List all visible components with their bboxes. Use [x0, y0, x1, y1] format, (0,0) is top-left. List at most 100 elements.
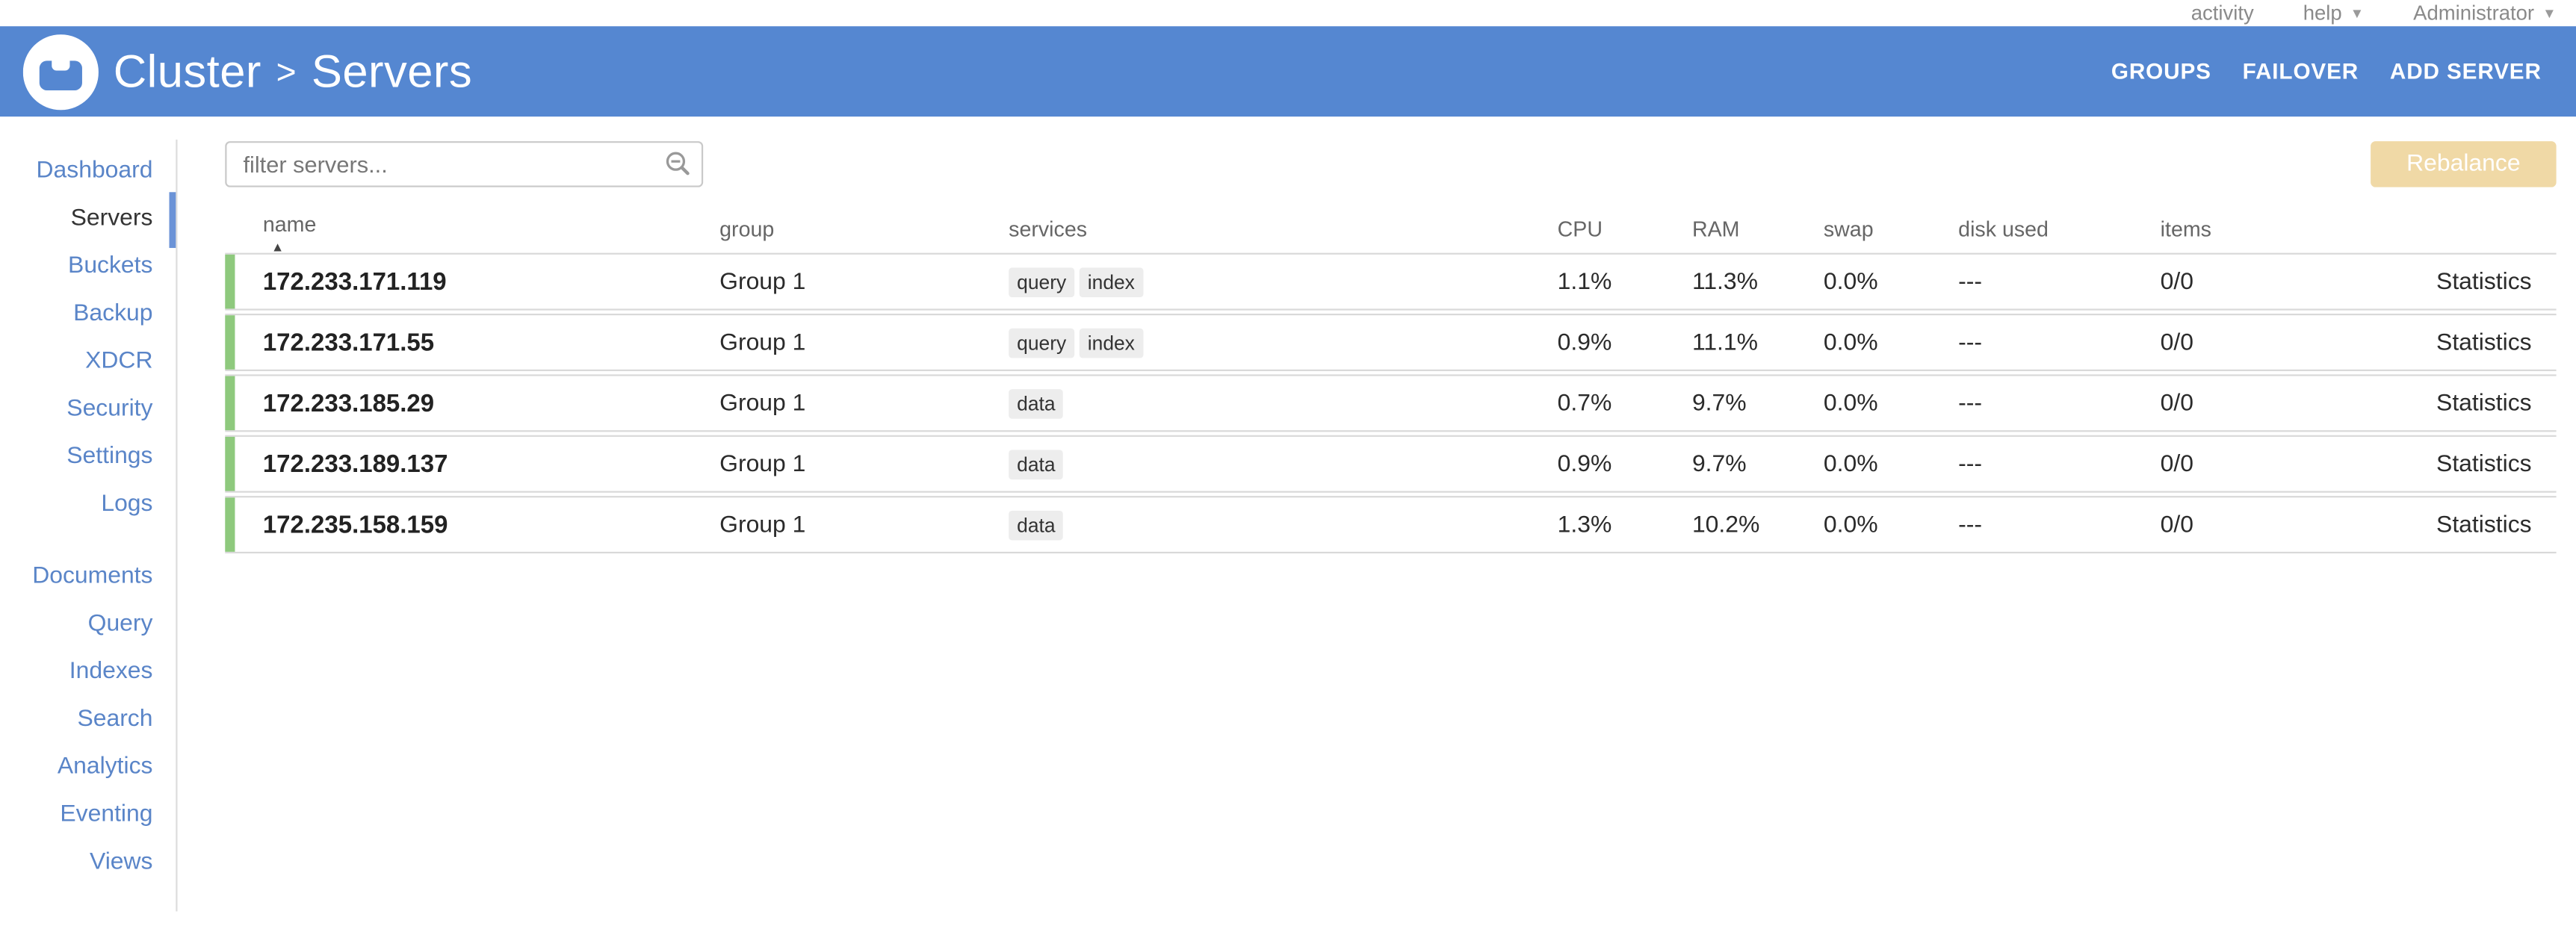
server-group: Group 1	[719, 269, 805, 295]
server-name: 172.233.185.29	[263, 389, 434, 417]
filter-servers-input[interactable]	[225, 141, 703, 187]
sidebar-item-analytics[interactable]: Analytics	[0, 744, 177, 792]
table-row: 172.233.171.119 Group 1 queryindex 1.1% …	[225, 253, 2556, 311]
cpu-value: 0.9%	[1558, 329, 1612, 355]
items-value: 0/0	[2161, 512, 2193, 538]
table-row: 172.233.189.137 Group 1 data 0.9% 9.7% 0…	[225, 435, 2556, 493]
main-content: Rebalance name▲ group services CPU RAM s…	[225, 116, 2556, 556]
server-name: 172.233.171.119	[263, 267, 447, 295]
column-header-cpu[interactable]: CPU	[1558, 217, 1603, 241]
name-header-label: name	[263, 212, 317, 237]
statistics-link[interactable]: Statistics	[2436, 390, 2532, 416]
server-name: 172.233.171.55	[263, 329, 434, 356]
disk-used-value: ---	[1958, 269, 1982, 295]
sidebar-item-search[interactable]: Search	[0, 696, 177, 744]
column-header-items[interactable]: items	[2161, 217, 2211, 241]
table-header: name▲ group services CPU RAM swap disk u…	[225, 210, 2556, 246]
statistics-link[interactable]: Statistics	[2436, 451, 2532, 477]
service-badge-data: data	[1009, 388, 1063, 418]
statistics-link[interactable]: Statistics	[2436, 329, 2532, 355]
servers-toolbar: Rebalance	[225, 141, 2556, 187]
items-value: 0/0	[2161, 451, 2193, 477]
sidebar-nav: DashboardServersBucketsBackupXDCRSecurit…	[0, 116, 177, 926]
sidebar-item-servers[interactable]: Servers	[0, 196, 177, 243]
server-group: Group 1	[719, 390, 805, 416]
breadcrumb-separator: >	[276, 53, 297, 93]
health-indicator	[225, 315, 235, 370]
sidebar-item-backup[interactable]: Backup	[0, 290, 177, 338]
table-row: 172.233.171.55 Group 1 queryindex 0.9% 1…	[225, 314, 2556, 371]
breadcrumb-root: Cluster	[114, 45, 261, 97]
swap-value: 0.0%	[1824, 329, 1878, 355]
items-value: 0/0	[2161, 390, 2193, 416]
column-header-services[interactable]: services	[1009, 217, 1087, 241]
health-indicator	[225, 376, 235, 431]
sidebar-item-views[interactable]: Views	[0, 839, 177, 887]
swap-value: 0.0%	[1824, 512, 1878, 538]
services-badges: data	[1009, 449, 1063, 479]
failover-button[interactable]: FAILOVER	[2243, 59, 2359, 84]
sidebar-item-buckets[interactable]: Buckets	[0, 243, 177, 290]
column-header-ram[interactable]: RAM	[1692, 217, 1740, 241]
help-label: help	[2303, 1, 2342, 25]
cpu-value: 1.3%	[1558, 512, 1612, 538]
groups-button[interactable]: GROUPS	[2111, 59, 2211, 84]
server-group: Group 1	[719, 329, 805, 355]
sidebar-item-eventing[interactable]: Eventing	[0, 792, 177, 839]
sidebar-item-query[interactable]: Query	[0, 601, 177, 649]
service-badge-data: data	[1009, 449, 1063, 479]
account-menu[interactable]: Administrator▼	[2413, 1, 2556, 25]
sidebar-item-xdcr[interactable]: XDCR	[0, 338, 177, 386]
server-name: 172.233.189.137	[263, 450, 448, 478]
help-menu[interactable]: help ▼	[2303, 1, 2364, 25]
rebalance-button[interactable]: Rebalance	[2371, 141, 2556, 187]
app-viewport: activity help ▼ Administrator▼ Cluster > …	[0, 0, 2576, 926]
disk-used-value: ---	[1958, 451, 1982, 477]
caret-down-icon: ▼	[2350, 6, 2365, 20]
cpu-value: 0.9%	[1558, 451, 1612, 477]
sidebar-item-security[interactable]: Security	[0, 386, 177, 434]
services-badges: data	[1009, 510, 1063, 540]
statistics-link[interactable]: Statistics	[2436, 512, 2532, 538]
service-badge-data: data	[1009, 510, 1063, 540]
activity-link[interactable]: activity	[2191, 1, 2254, 25]
column-header-disk-used[interactable]: disk used	[1958, 217, 2049, 241]
app-header: Cluster > Servers GROUPS FAILOVER ADD SE…	[0, 26, 2576, 116]
sidebar-item-dashboard[interactable]: Dashboard	[0, 148, 177, 196]
sidebar-item-logs[interactable]: Logs	[0, 481, 177, 529]
header-actions: GROUPS FAILOVER ADD SERVER	[2111, 59, 2576, 84]
services-badges: queryindex	[1009, 328, 1143, 358]
swap-value: 0.0%	[1824, 390, 1878, 416]
health-indicator	[225, 255, 235, 309]
server-group: Group 1	[719, 451, 805, 477]
ram-value: 9.7%	[1692, 390, 1747, 416]
sidebar-item-settings[interactable]: Settings	[0, 434, 177, 482]
health-indicator	[225, 497, 235, 552]
service-badge-index: index	[1080, 267, 1143, 296]
add-server-button[interactable]: ADD SERVER	[2390, 59, 2542, 84]
disk-used-value: ---	[1958, 512, 1982, 538]
health-indicator	[225, 437, 235, 491]
sidebar-divider	[176, 140, 177, 912]
column-header-swap[interactable]: swap	[1824, 217, 1874, 241]
caret-down-icon: ▼	[2542, 6, 2557, 20]
services-badges: queryindex	[1009, 267, 1143, 296]
items-value: 0/0	[2161, 329, 2193, 355]
activity-label: activity	[2191, 1, 2254, 25]
statistics-link[interactable]: Statistics	[2436, 269, 2532, 295]
cpu-value: 0.7%	[1558, 390, 1612, 416]
sidebar-item-documents[interactable]: Documents	[0, 553, 177, 601]
sidebar-item-indexes[interactable]: Indexes	[0, 649, 177, 697]
search-icon	[666, 151, 690, 175]
swap-value: 0.0%	[1824, 451, 1878, 477]
server-group: Group 1	[719, 512, 805, 538]
ram-value: 10.2%	[1692, 512, 1759, 538]
disk-used-value: ---	[1958, 329, 1982, 355]
table-row: 172.235.158.159 Group 1 data 1.3% 10.2% …	[225, 496, 2556, 553]
column-header-group[interactable]: group	[719, 217, 774, 241]
sidebar-group: DashboardServersBucketsBackupXDCRSecurit…	[0, 148, 177, 529]
table-row: 172.233.185.29 Group 1 data 0.7% 9.7% 0.…	[225, 374, 2556, 432]
ram-value: 11.1%	[1692, 329, 1758, 355]
disk-used-value: ---	[1958, 390, 1982, 416]
service-badge-query: query	[1009, 267, 1074, 296]
